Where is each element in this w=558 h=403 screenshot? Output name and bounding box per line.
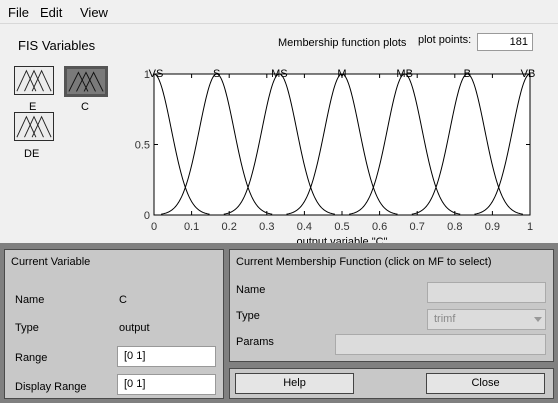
- mf-params-label: Params: [236, 336, 274, 348]
- menu-view[interactable]: View: [80, 5, 108, 20]
- plot-points-input[interactable]: 181: [477, 33, 533, 51]
- mf-label-s: S: [213, 68, 220, 80]
- menu-edit[interactable]: Edit: [40, 5, 62, 20]
- current-variable-panel: Current Variable Name C Type output Rang…: [4, 249, 224, 399]
- mf-label-mb: MB: [396, 68, 413, 80]
- mf-shape-icon: [16, 69, 52, 92]
- y-tick-label: 0: [144, 210, 150, 222]
- mf-label-vb: VB: [521, 68, 536, 80]
- x-tick-label: 0.5: [334, 221, 349, 233]
- plot-axes-box: [153, 73, 531, 216]
- mf-name-label: Name: [236, 284, 266, 296]
- fis-variable-de-label: DE: [24, 148, 40, 160]
- x-tick-label: 0.2: [222, 221, 237, 233]
- mf-label-m: M: [337, 68, 346, 80]
- fis-variable-e-icon[interactable]: [14, 66, 54, 95]
- display-range-label: Display Range: [15, 381, 87, 393]
- variable-name-value: C: [119, 294, 127, 306]
- membership-function-plot[interactable]: 00.510 0.1 0.2 0.3 0.4 0.5 0.6 0.7 0.8 0.9 1VS S MS M…: [130, 60, 550, 246]
- mf-name-field[interactable]: [427, 282, 546, 303]
- x-tick-label: 0.4: [297, 221, 312, 233]
- current-mf-title: Current Membership Function (click on MF…: [236, 256, 492, 268]
- button-panel: Help Close: [229, 368, 554, 399]
- fis-variable-c-label: C: [81, 101, 89, 113]
- current-mf-panel: Current Membership Function (click on MF…: [229, 249, 554, 362]
- mf-type-select[interactable]: trimf: [427, 309, 546, 330]
- chevron-down-icon: [534, 317, 542, 322]
- fis-variable-c-icon[interactable]: [64, 66, 108, 97]
- x-tick-label: 0: [151, 221, 157, 233]
- variable-name-label: Name: [15, 294, 45, 306]
- mf-type-label: Type: [236, 310, 260, 322]
- display-range-field[interactable]: [0 1]: [117, 374, 216, 395]
- plot-points-label: plot points:: [418, 34, 472, 46]
- editor-top-area: FIS Variables E C DE Membership function…: [0, 24, 558, 246]
- mf-label-ms: MS: [271, 68, 288, 80]
- x-tick-label: 0.9: [485, 221, 500, 233]
- variable-type-label: Type: [15, 322, 39, 334]
- mf-params-field[interactable]: [335, 334, 546, 355]
- mf-label-b: B: [464, 68, 471, 80]
- range-field[interactable]: [0 1]: [117, 346, 216, 367]
- close-button[interactable]: Close: [426, 373, 545, 394]
- range-label: Range: [15, 352, 48, 364]
- mf-label-vs: VS: [149, 68, 164, 80]
- mf-shape-icon: [16, 115, 52, 138]
- fis-variables-title: FIS Variables: [18, 38, 96, 53]
- fis-variable-de-icon[interactable]: [14, 112, 54, 141]
- x-tick-label: 1: [527, 221, 533, 233]
- x-tick-label: 0.6: [372, 221, 387, 233]
- help-button[interactable]: Help: [235, 373, 354, 394]
- variable-type-value: output: [119, 322, 150, 334]
- x-tick-label: 0.1: [184, 221, 199, 233]
- current-variable-title: Current Variable: [11, 256, 91, 268]
- editor-bottom-area: Current Variable Name C Type output Rang…: [0, 243, 558, 403]
- x-tick-label: 0.7: [410, 221, 425, 233]
- menu-bar: File Edit View: [0, 0, 558, 24]
- menu-file[interactable]: File: [8, 5, 29, 20]
- mf-shape-icon: [68, 71, 104, 92]
- x-tick-label: 0.3: [259, 221, 274, 233]
- x-tick-label: 0.8: [447, 221, 462, 233]
- plot-title: Membership function plots: [278, 37, 407, 49]
- y-tick-label: 0.5: [135, 140, 150, 152]
- mf-type-value: trimf: [434, 313, 456, 325]
